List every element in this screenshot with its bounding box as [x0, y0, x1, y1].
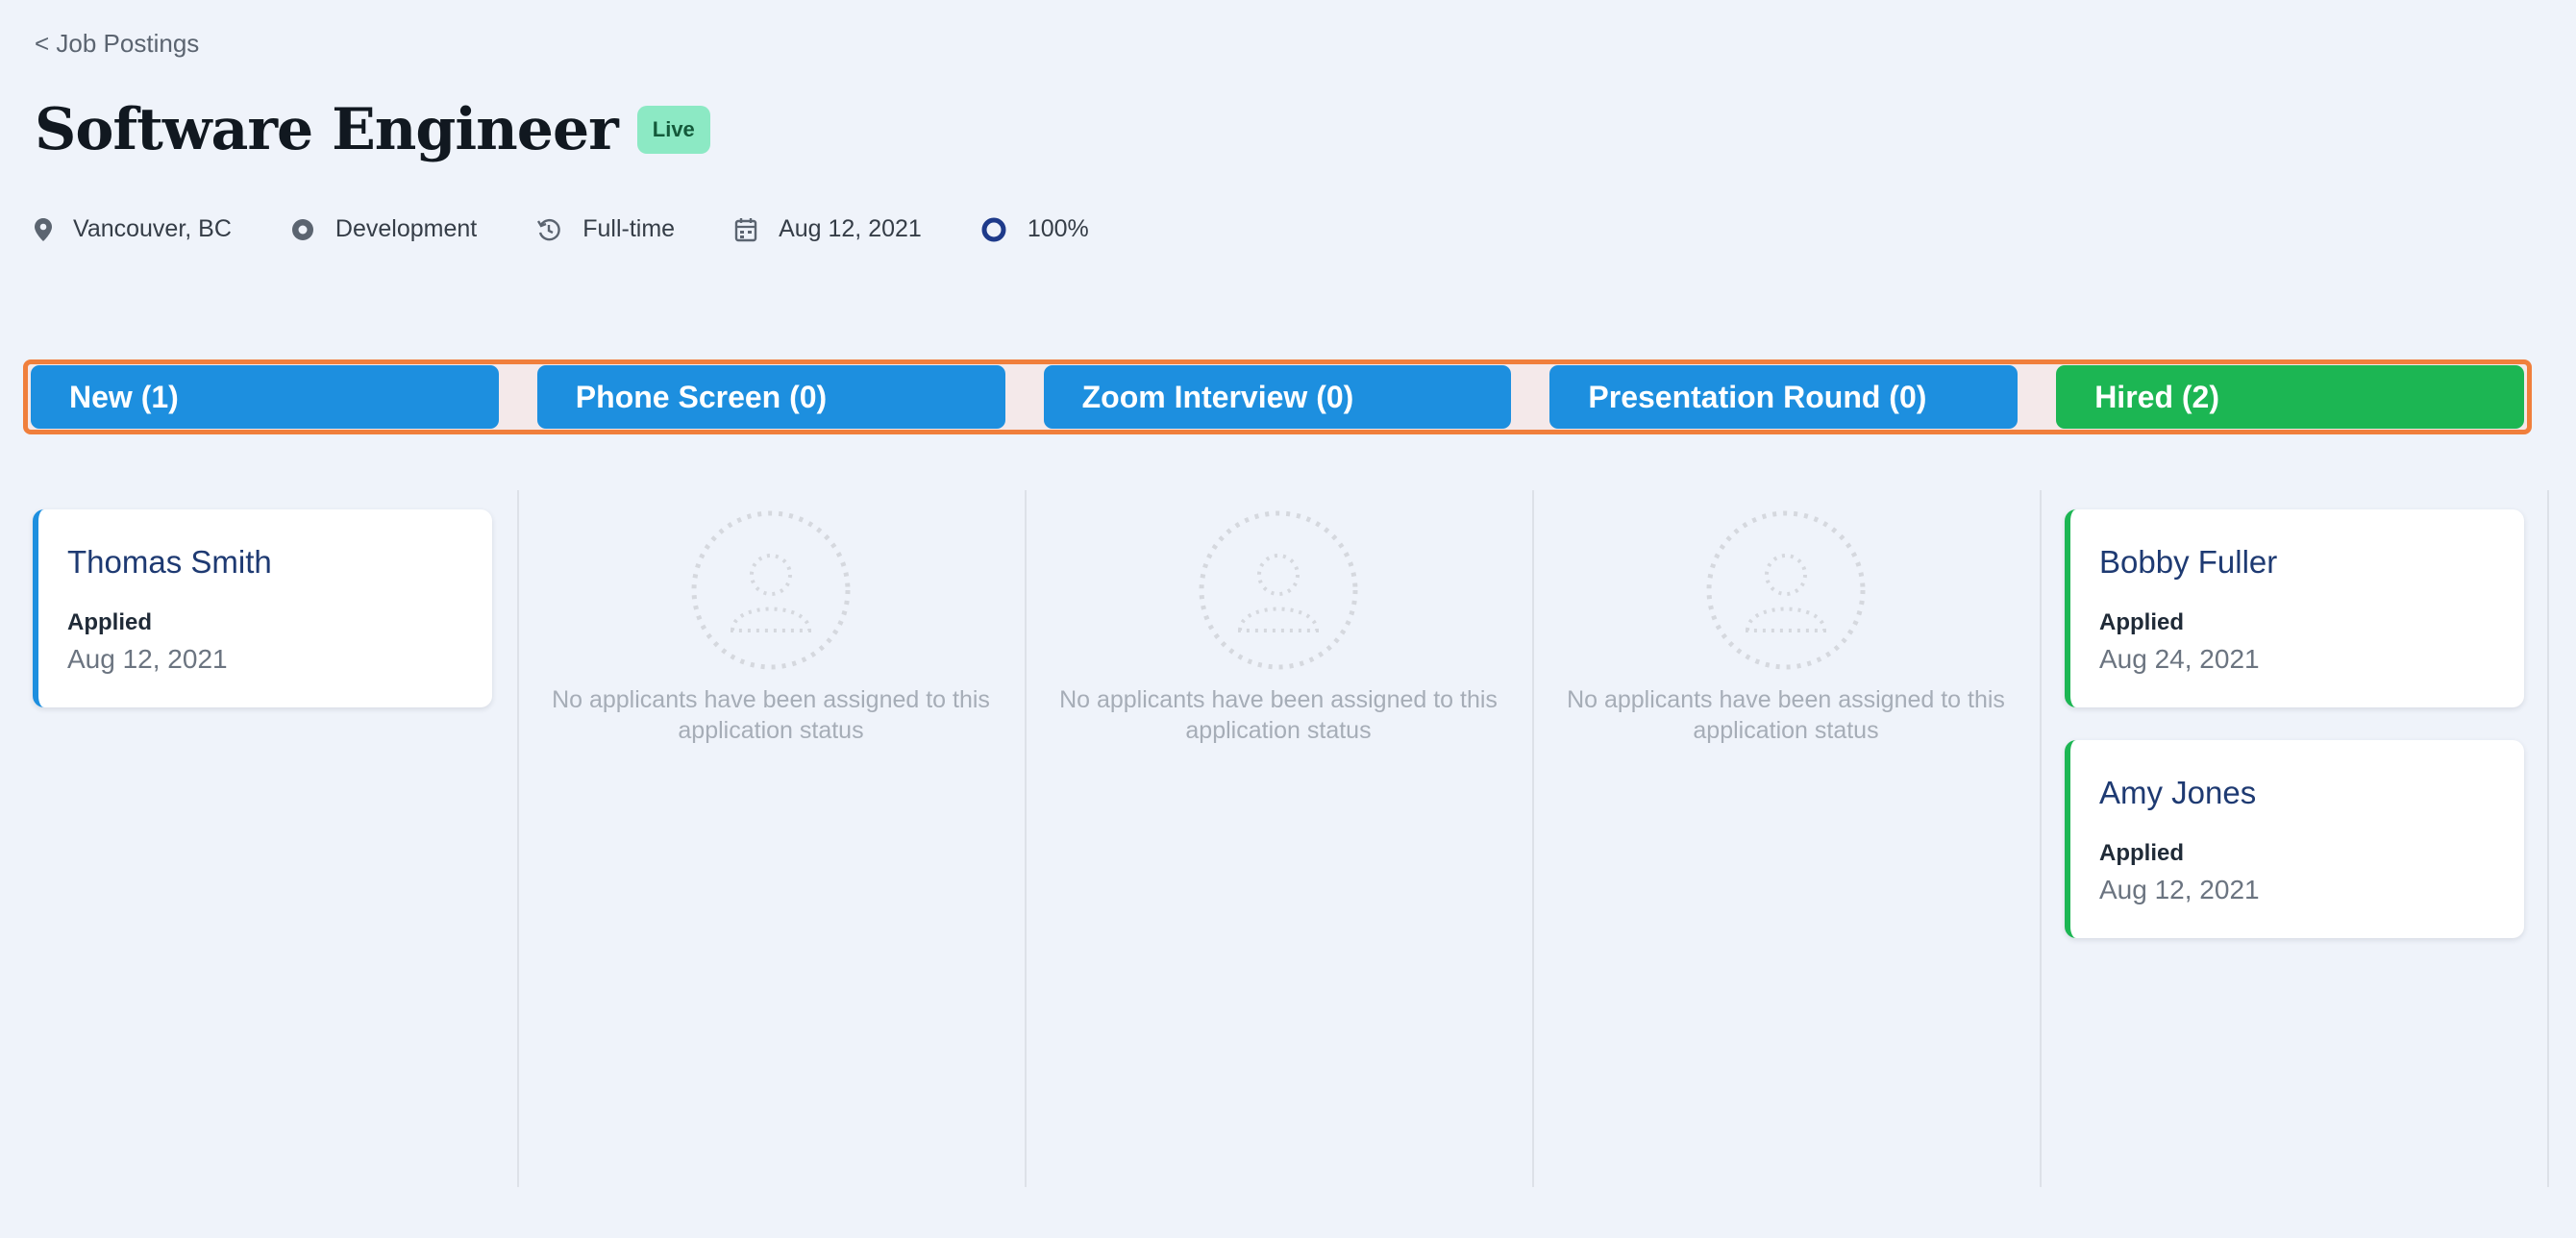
applicant-name[interactable]: Amy Jones: [2099, 775, 2524, 811]
empty-user-placeholder-icon: [691, 510, 851, 670]
job-location-text: Vancouver, BC: [73, 215, 232, 242]
stage-presentation-round[interactable]: Presentation Round (0): [1549, 365, 2019, 429]
empty-user-placeholder-icon: [1706, 510, 1866, 670]
stage-phone-screen[interactable]: Phone Screen (0): [536, 365, 1005, 429]
job-employment-type: Full-time: [536, 215, 675, 243]
job-location: Vancouver, BC: [35, 215, 232, 243]
stage-new[interactable]: New (1): [31, 365, 499, 429]
empty-state-message: No applicants have been assigned to this…: [552, 686, 990, 744]
job-meta: Vancouver, BC Development Full-time Aug …: [35, 215, 1149, 243]
job-employment-type-text: Full-time: [582, 215, 676, 242]
progress-ring-icon: [981, 217, 1006, 242]
applicant-status-label: Applied: [67, 609, 152, 635]
empty-state: No applicants have been assigned to this…: [1532, 509, 2040, 746]
applicant-card-thomas-smith[interactable]: Thomas Smith Applied Aug 12, 2021: [33, 509, 492, 707]
map-pin-icon: [35, 217, 52, 241]
job-completion-text: 100%: [1027, 215, 1089, 242]
job-header: Software Engineer Live: [35, 96, 710, 163]
column-new: Thomas Smith Applied Aug 12, 2021: [10, 490, 517, 1187]
status-badge: Live: [636, 106, 710, 154]
applicant-name[interactable]: Thomas Smith: [67, 544, 492, 581]
kanban-board: Thomas Smith Applied Aug 12, 2021 No app…: [0, 490, 2576, 1187]
page-title: Software Engineer: [35, 96, 619, 163]
stage-hired[interactable]: Hired (2): [2056, 365, 2524, 429]
job-posted-date: Aug 12, 2021: [734, 215, 922, 243]
stage-zoom-interview[interactable]: Zoom Interview (0): [1043, 365, 1512, 429]
column-phone-screen: No applicants have been assigned to this…: [517, 490, 1025, 1187]
empty-user-placeholder-icon: [1199, 510, 1358, 670]
applicant-card-bobby-fuller[interactable]: Bobby Fuller Applied Aug 24, 2021: [2065, 509, 2524, 707]
applicant-status-label: Applied: [2099, 609, 2184, 635]
empty-state-message: No applicants have been assigned to this…: [1059, 686, 1498, 744]
clock-history-icon: [536, 217, 561, 242]
applicant-card-amy-jones[interactable]: Amy Jones Applied Aug 12, 2021: [2065, 740, 2524, 938]
column-hired: Bobby Fuller Applied Aug 24, 2021 Amy Jo…: [2040, 490, 2547, 1187]
applicant-date: Aug 12, 2021: [67, 644, 228, 674]
job-completion: 100%: [981, 215, 1089, 243]
job-posted-date-text: Aug 12, 2021: [779, 215, 922, 242]
job-department: Development: [291, 215, 477, 243]
column-divider: [2547, 490, 2549, 1187]
empty-state: No applicants have been assigned to this…: [1025, 509, 1532, 746]
empty-state-message: No applicants have been assigned to this…: [1567, 686, 2005, 744]
job-department-text: Development: [334, 215, 478, 242]
calendar-icon: [734, 217, 757, 242]
column-zoom-interview: No applicants have been assigned to this…: [1025, 490, 1532, 1187]
back-to-job-postings-link[interactable]: < Job Postings: [35, 29, 199, 59]
department-circle-icon: [291, 218, 314, 241]
applicant-name[interactable]: Bobby Fuller: [2099, 544, 2524, 581]
applicant-date: Aug 12, 2021: [2099, 875, 2260, 904]
applicant-date: Aug 24, 2021: [2099, 644, 2260, 674]
column-presentation-round: No applicants have been assigned to this…: [1532, 490, 2040, 1187]
pipeline-stage-bar: New (1) Phone Screen (0) Zoom Interview …: [23, 359, 2532, 434]
empty-state: No applicants have been assigned to this…: [517, 509, 1025, 746]
applicant-status-label: Applied: [2099, 840, 2184, 866]
